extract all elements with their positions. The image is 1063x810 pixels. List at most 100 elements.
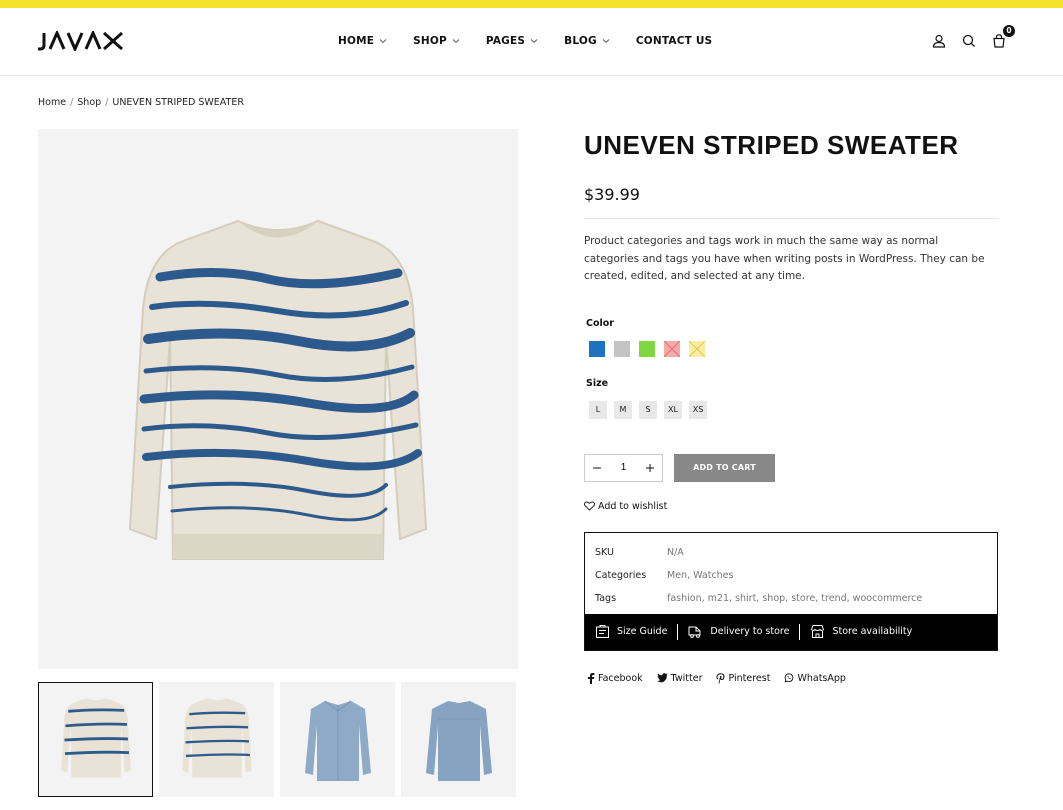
- plus-icon[interactable]: [645, 463, 655, 473]
- tag-link[interactable]: fashion: [667, 593, 702, 604]
- cart-count-badge: 0: [1003, 25, 1015, 37]
- chevron-down-icon: [379, 39, 387, 44]
- tags-value: fashion, m21, shirt, shop, store, trend,…: [667, 592, 923, 604]
- meta-row-tags: Tags fashion, m21, shirt, shop, store, t…: [595, 587, 987, 610]
- store-availability-label: Store availability: [832, 626, 913, 637]
- tag-link[interactable]: woocommerce: [853, 593, 923, 604]
- heart-icon: [584, 501, 595, 511]
- delivery-icon: [688, 626, 701, 638]
- breadcrumb-shop[interactable]: Shop: [77, 97, 101, 108]
- color-swatch-blue[interactable]: [589, 340, 605, 357]
- product-meta-footer: Size Guide Delivery to store Store avail…: [585, 613, 997, 650]
- thumbnail-shirt-front[interactable]: [280, 682, 395, 797]
- thumbnail-shirt-back[interactable]: [401, 682, 516, 797]
- breadcrumb-home[interactable]: Home: [38, 97, 66, 108]
- size-option-m[interactable]: M: [614, 400, 632, 419]
- minus-icon[interactable]: [592, 463, 602, 473]
- size-guide-link[interactable]: Size Guide: [595, 624, 667, 639]
- product-info: UNEVEN STRIPED SWEATER $39.99 Product ca…: [584, 129, 998, 684]
- breadcrumb: Home / Shop / UNEVEN STRIPED SWEATER: [38, 97, 244, 108]
- site-logo[interactable]: [38, 29, 124, 53]
- main-nav: HOME SHOP PAGES BLOG CONTACT US: [338, 35, 738, 47]
- chevron-down-icon: [452, 39, 460, 44]
- quantity-input[interactable]: [608, 462, 639, 473]
- facebook-label: Facebook: [598, 672, 643, 684]
- color-label: Color: [586, 317, 614, 329]
- product-description: Product categories and tags work in much…: [584, 235, 985, 282]
- unavailable-cross-icon: [689, 340, 705, 357]
- size-option-xl[interactable]: XL: [664, 400, 682, 419]
- search-icon[interactable]: [961, 33, 977, 49]
- user-icon[interactable]: [931, 33, 947, 49]
- tag-link[interactable]: shop: [762, 593, 785, 604]
- twitter-icon: [656, 673, 668, 683]
- chevron-down-icon: [602, 39, 610, 44]
- nav-pages[interactable]: PAGES: [486, 35, 538, 47]
- sku-label: SKU: [595, 546, 614, 558]
- product-meta-rows: SKU N/A Categories Men, Watches Tags fas…: [585, 533, 997, 614]
- logo-icon: [38, 29, 123, 53]
- nav-home[interactable]: HOME: [338, 35, 387, 47]
- nav-pages-label: PAGES: [485, 35, 526, 47]
- categories-value: Men, Watches: [667, 569, 734, 581]
- delivery-link[interactable]: Delivery to store: [688, 624, 789, 639]
- category-link[interactable]: Watches: [693, 570, 733, 581]
- thumbnail-sweater-front[interactable]: [38, 682, 153, 797]
- categories-label: Categories: [595, 569, 647, 581]
- breadcrumb-separator: /: [105, 97, 109, 108]
- size-guide-label: Size Guide: [617, 626, 668, 637]
- tag-link[interactable]: shirt: [735, 593, 756, 604]
- footer-divider: [799, 623, 801, 640]
- size-options: L M S XL XS: [589, 400, 998, 419]
- meta-row-categories: Categories Men, Watches: [595, 564, 987, 587]
- sweater-thumbnail: [181, 697, 252, 778]
- nav-blog-label: BLOG: [564, 35, 597, 47]
- site-header: HOME SHOP PAGES BLOG CONTACT US 0: [0, 8, 1063, 76]
- color-swatch-gray[interactable]: [614, 340, 630, 357]
- tag-link[interactable]: store: [791, 593, 815, 604]
- size-option-xs[interactable]: XS: [689, 400, 707, 419]
- add-to-cart-row: ADD TO CART: [584, 453, 998, 482]
- unavailable-cross-icon: [664, 340, 680, 357]
- share-pinterest[interactable]: Pinterest: [716, 673, 770, 684]
- color-swatch-green[interactable]: [639, 340, 655, 357]
- nav-shop-label: SHOP: [413, 35, 447, 47]
- color-swatch-pink-unavailable[interactable]: [664, 340, 680, 357]
- product-meta-box: SKU N/A Categories Men, Watches Tags fas…: [584, 531, 998, 651]
- color-swatch-yellow-unavailable[interactable]: [689, 340, 705, 357]
- add-to-cart-button[interactable]: ADD TO CART: [674, 453, 775, 482]
- nav-contact-label: CONTACT US: [635, 35, 713, 47]
- store-availability-link[interactable]: Store availability: [810, 624, 912, 639]
- size-option-s[interactable]: S: [639, 400, 657, 419]
- sweater-thumbnail: [60, 697, 131, 778]
- thumbnail-sweater-alt[interactable]: [159, 682, 274, 797]
- category-link[interactable]: Men: [667, 570, 687, 581]
- tag-link[interactable]: trend: [821, 593, 846, 604]
- wishlist-label: Add to wishlist: [598, 500, 668, 512]
- nav-blog[interactable]: BLOG: [564, 35, 610, 47]
- share-facebook[interactable]: Facebook: [587, 672, 643, 684]
- chevron-down-icon: [530, 39, 538, 44]
- divider: [584, 218, 998, 219]
- size-option-l[interactable]: L: [589, 400, 607, 419]
- size-guide-icon: [596, 625, 609, 638]
- shirt-thumbnail: [425, 700, 492, 781]
- social-share: Facebook Twitter Pinterest WhatsApp: [587, 672, 998, 684]
- sku-value: N/A: [667, 546, 684, 558]
- color-swatches: [589, 340, 998, 357]
- footer-divider: [677, 623, 679, 640]
- add-to-wishlist-link[interactable]: Add to wishlist: [584, 501, 998, 512]
- share-whatsapp[interactable]: WhatsApp: [784, 672, 846, 684]
- nav-contact[interactable]: CONTACT US: [636, 35, 713, 47]
- product-price: $39.99: [584, 185, 640, 204]
- header-actions: 0: [931, 25, 1015, 49]
- cart-icon[interactable]: 0: [991, 25, 1015, 49]
- top-accent-bar: [0, 0, 1063, 8]
- pinterest-icon: [716, 672, 725, 684]
- shirt-thumbnail: [304, 700, 371, 781]
- product-main-image[interactable]: [38, 129, 518, 669]
- tag-link[interactable]: m21: [708, 593, 729, 604]
- share-twitter[interactable]: Twitter: [656, 673, 702, 684]
- nav-shop[interactable]: SHOP: [413, 35, 460, 47]
- whatsapp-label: WhatsApp: [797, 672, 846, 684]
